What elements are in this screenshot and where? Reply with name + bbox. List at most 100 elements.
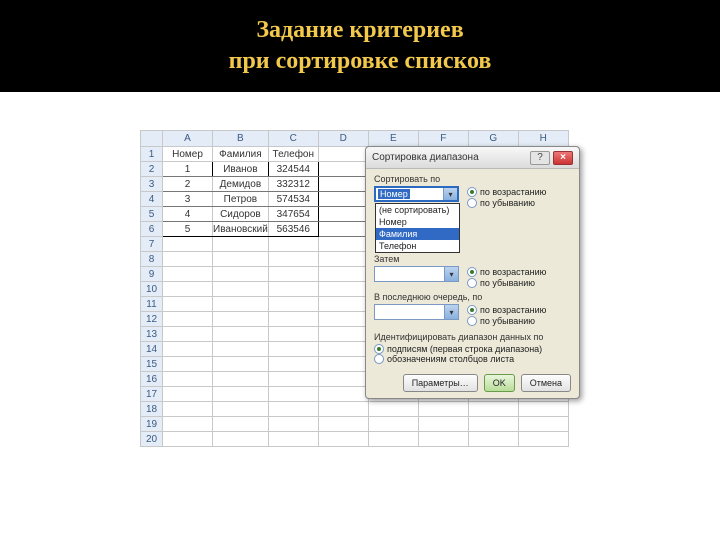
radio-desc-2[interactable]: по убыванию xyxy=(467,278,546,288)
cell[interactable] xyxy=(268,327,318,342)
radio-identify-columns[interactable]: обозначениям столбцов листа xyxy=(374,354,571,364)
cell[interactable] xyxy=(368,432,418,447)
chevron-down-icon[interactable]: ▾ xyxy=(444,267,458,281)
cell[interactable] xyxy=(163,327,213,342)
radio-asc-2[interactable]: по возрастанию xyxy=(467,267,546,277)
radio-identify-headers[interactable]: подписям (первая строка диапазона) xyxy=(374,344,571,354)
row-header[interactable]: 9 xyxy=(141,267,163,282)
cell[interactable] xyxy=(318,207,368,222)
cell[interactable] xyxy=(318,357,368,372)
radio-desc-1[interactable]: по убыванию xyxy=(467,198,546,208)
cell[interactable] xyxy=(268,297,318,312)
cell[interactable] xyxy=(213,432,269,447)
cell[interactable] xyxy=(163,372,213,387)
cell[interactable] xyxy=(163,237,213,252)
cell[interactable] xyxy=(518,402,568,417)
row-header[interactable]: 20 xyxy=(141,432,163,447)
cell[interactable] xyxy=(163,387,213,402)
cell[interactable] xyxy=(318,297,368,312)
cell[interactable] xyxy=(163,282,213,297)
cell[interactable] xyxy=(318,162,368,177)
col-header[interactable]: G xyxy=(468,131,518,147)
cell[interactable]: 563546 xyxy=(268,222,318,237)
row-header[interactable]: 13 xyxy=(141,327,163,342)
cell[interactable] xyxy=(468,432,518,447)
cell[interactable]: Петров xyxy=(213,192,269,207)
cell[interactable] xyxy=(213,417,269,432)
cell[interactable] xyxy=(213,282,269,297)
cell[interactable] xyxy=(268,237,318,252)
row-header[interactable]: 15 xyxy=(141,357,163,372)
cell[interactable] xyxy=(318,282,368,297)
row-header[interactable]: 7 xyxy=(141,237,163,252)
cell[interactable] xyxy=(318,252,368,267)
select-all-corner[interactable] xyxy=(141,131,163,147)
cell[interactable] xyxy=(163,432,213,447)
row-header[interactable]: 8 xyxy=(141,252,163,267)
cell[interactable]: Иванов xyxy=(213,162,269,177)
cell[interactable] xyxy=(318,372,368,387)
sort-by-combo[interactable]: Номер ▾ (не сортировать) Номер Фамилия Т… xyxy=(374,186,459,202)
cell[interactable] xyxy=(213,357,269,372)
cell[interactable] xyxy=(268,252,318,267)
table-row[interactable]: 19 xyxy=(141,417,569,432)
cell[interactable] xyxy=(318,147,368,162)
params-button[interactable]: Параметры… xyxy=(403,374,478,392)
row-header[interactable]: 1 xyxy=(141,147,163,162)
last-by-combo[interactable]: ▾ xyxy=(374,304,459,320)
cell[interactable] xyxy=(318,267,368,282)
cell[interactable]: 5 xyxy=(163,222,213,237)
cell[interactable] xyxy=(213,237,269,252)
cell[interactable]: Номер xyxy=(163,147,213,162)
cell[interactable]: Демидов xyxy=(213,177,269,192)
table-row[interactable]: 18 xyxy=(141,402,569,417)
cell[interactable] xyxy=(163,267,213,282)
close-icon[interactable]: × xyxy=(553,151,573,165)
cell[interactable] xyxy=(318,432,368,447)
cell[interactable] xyxy=(468,402,518,417)
col-header[interactable]: C xyxy=(268,131,318,147)
row-header[interactable]: 3 xyxy=(141,177,163,192)
cell[interactable]: 324544 xyxy=(268,162,318,177)
row-header[interactable]: 17 xyxy=(141,387,163,402)
cell[interactable] xyxy=(518,432,568,447)
col-header[interactable]: F xyxy=(418,131,468,147)
cell[interactable] xyxy=(163,252,213,267)
cell[interactable] xyxy=(268,417,318,432)
help-icon[interactable]: ? xyxy=(530,151,550,165)
cell[interactable] xyxy=(163,312,213,327)
dialog-titlebar[interactable]: Сортировка диапазона ? × xyxy=(366,147,579,169)
col-header[interactable]: B xyxy=(213,131,269,147)
dropdown-option[interactable]: Номер xyxy=(376,216,459,228)
cell[interactable] xyxy=(163,357,213,372)
sort-by-dropdown[interactable]: (не сортировать) Номер Фамилия Телефон xyxy=(375,203,460,253)
cell[interactable] xyxy=(268,312,318,327)
cell[interactable]: Фамилия xyxy=(213,147,269,162)
chevron-down-icon[interactable]: ▾ xyxy=(443,188,457,200)
radio-desc-3[interactable]: по убыванию xyxy=(467,316,546,326)
cell[interactable] xyxy=(268,342,318,357)
cell[interactable] xyxy=(318,222,368,237)
cell[interactable]: Сидоров xyxy=(213,207,269,222)
cell[interactable] xyxy=(318,402,368,417)
cell[interactable]: 3 xyxy=(163,192,213,207)
cell[interactable] xyxy=(318,237,368,252)
cell[interactable] xyxy=(163,342,213,357)
cell[interactable]: 574534 xyxy=(268,192,318,207)
dropdown-option[interactable]: Телефон xyxy=(376,240,459,252)
cell[interactable] xyxy=(213,342,269,357)
then-by-combo[interactable]: ▾ xyxy=(374,266,459,282)
cell[interactable] xyxy=(318,312,368,327)
row-header[interactable]: 16 xyxy=(141,372,163,387)
col-header[interactable]: E xyxy=(368,131,418,147)
table-row[interactable]: 20 xyxy=(141,432,569,447)
cell[interactable] xyxy=(318,192,368,207)
cell[interactable] xyxy=(213,267,269,282)
cell[interactable] xyxy=(368,402,418,417)
cell[interactable] xyxy=(268,372,318,387)
cell[interactable] xyxy=(418,417,468,432)
cell[interactable] xyxy=(213,252,269,267)
cell[interactable] xyxy=(318,387,368,402)
row-header[interactable]: 19 xyxy=(141,417,163,432)
cancel-button[interactable]: Отмена xyxy=(521,374,571,392)
